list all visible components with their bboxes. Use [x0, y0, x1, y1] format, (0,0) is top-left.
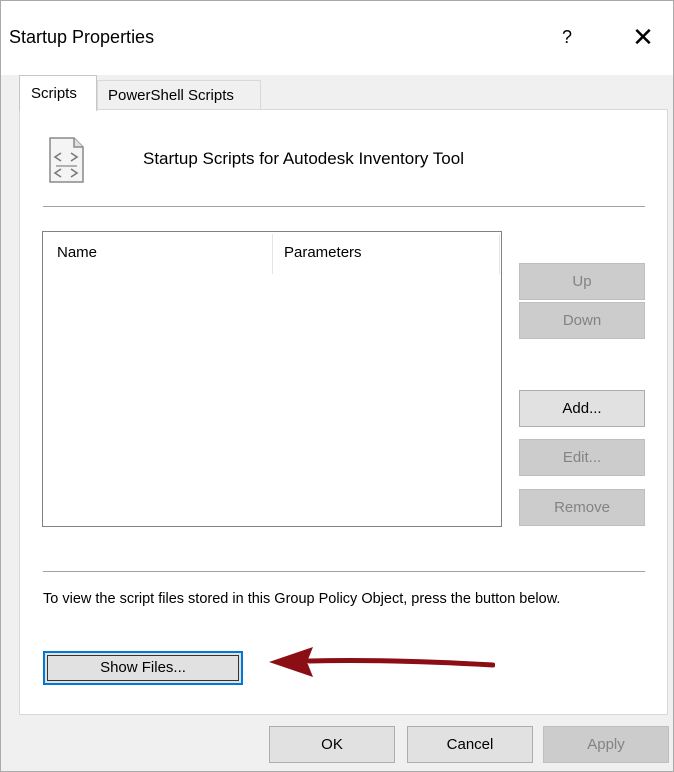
cancel-button[interactable]: Cancel — [407, 726, 533, 763]
tab-label: PowerShell Scripts — [108, 87, 234, 104]
column-separator[interactable] — [499, 234, 500, 274]
show-files-button[interactable]: Show Files... — [43, 651, 243, 685]
info-text: To view the script files stored in this … — [43, 591, 561, 607]
apply-button[interactable]: Apply — [543, 726, 669, 763]
close-button[interactable]: ✕ — [621, 15, 665, 59]
help-button[interactable]: ? — [549, 15, 585, 59]
tab-label: Scripts — [31, 85, 77, 102]
annotation-arrow — [269, 647, 495, 677]
column-separator[interactable] — [272, 234, 273, 274]
column-header-parameters[interactable]: Parameters — [284, 244, 362, 261]
divider — [43, 206, 645, 207]
scripts-heading: Startup Scripts for Autodesk Inventory T… — [143, 149, 464, 168]
column-header-name[interactable]: Name — [57, 244, 97, 261]
remove-button[interactable]: Remove — [519, 489, 645, 526]
up-button[interactable]: Up — [519, 263, 645, 300]
ok-button[interactable]: OK — [269, 726, 395, 763]
show-files-label: Show Files... — [47, 655, 239, 681]
script-file-icon — [49, 137, 84, 183]
scripts-list[interactable]: Name Parameters — [42, 231, 502, 527]
tab-powershell-scripts[interactable]: PowerShell Scripts — [97, 80, 261, 110]
tab-scripts[interactable]: Scripts — [19, 75, 97, 111]
title-bar: Startup Properties ? ✕ — [1, 1, 673, 75]
startup-properties-dialog: Startup Properties ? ✕ PowerShell Script… — [0, 0, 674, 772]
down-button[interactable]: Down — [519, 302, 645, 339]
edit-button[interactable]: Edit... — [519, 439, 645, 476]
window-title: Startup Properties — [9, 27, 155, 47]
add-button[interactable]: Add... — [519, 390, 645, 427]
divider — [43, 571, 645, 572]
